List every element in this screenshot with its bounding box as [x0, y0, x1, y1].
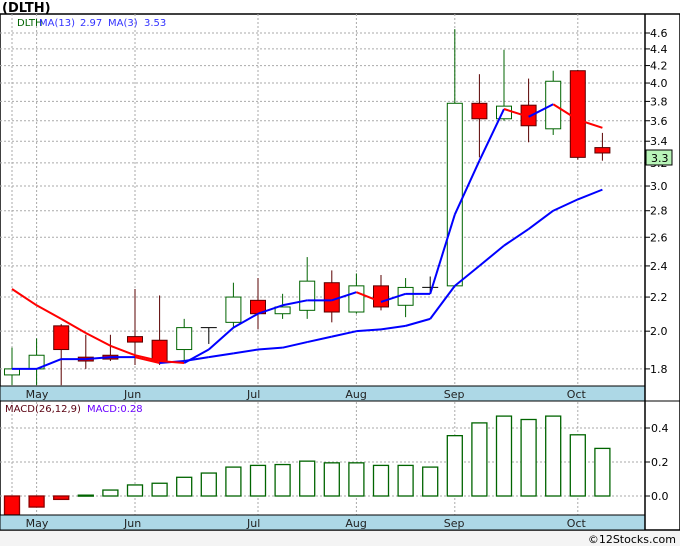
- price-tick-label: 3.8: [650, 95, 668, 108]
- legend-ma13-label: MA(13): [39, 18, 75, 29]
- candle-up: [446, 102, 463, 287]
- price-tick-label: 3.0: [650, 180, 668, 193]
- macd-bar-positive: [471, 422, 488, 497]
- macd-bar-positive: [176, 476, 193, 497]
- candle-down: [569, 70, 586, 158]
- macd-bar-negative: [53, 495, 70, 501]
- macd-tick-label: 0.0: [651, 490, 669, 503]
- macd-bar-positive: [299, 460, 316, 497]
- macd-bar-positive: [200, 472, 217, 497]
- price-tick-label: 2.0: [650, 325, 668, 338]
- macd-bar-positive: [397, 464, 414, 497]
- candle-down: [323, 282, 340, 313]
- candle-down: [127, 336, 143, 343]
- macd-bar-positive: [545, 415, 562, 497]
- candle-up: [348, 285, 365, 313]
- price-axis-band: [0, 385, 646, 402]
- macd-bar-positive: [495, 415, 513, 497]
- candle-down: [594, 147, 611, 154]
- price-tick-label: 2.6: [650, 231, 668, 244]
- price-tick-label: 4.2: [650, 60, 668, 73]
- candle-down: [471, 102, 488, 120]
- price-tick-label: 3.6: [650, 115, 668, 128]
- macd-bar-positive: [126, 484, 144, 497]
- candle-up: [299, 280, 316, 311]
- month-label: May: [26, 388, 49, 401]
- macd-legend-value: MACD:0.28: [87, 404, 143, 415]
- macd-bar-positive: [446, 434, 463, 497]
- macd-bar-negative: [28, 495, 45, 508]
- macd-bar-positive: [77, 494, 94, 497]
- price-tick-label: 2.8: [650, 205, 668, 218]
- macd-bar-positive: [225, 466, 242, 497]
- month-label: Jun: [123, 517, 141, 530]
- macd-bar-positive: [151, 482, 168, 497]
- legend-ma3-value: 3.53: [144, 18, 166, 29]
- candle-up: [176, 327, 193, 351]
- candle-down: [53, 325, 70, 351]
- month-label: Jul: [246, 388, 260, 401]
- macd-bar-positive: [102, 489, 119, 497]
- month-label: Oct: [567, 388, 587, 401]
- price-tick-label: 4.6: [650, 27, 668, 40]
- price-tick-label: 2.4: [650, 260, 668, 273]
- macd-bar-negative: [3, 495, 21, 516]
- month-label: Jul: [246, 517, 260, 530]
- month-label: Oct: [567, 517, 587, 530]
- month-label: Jun: [123, 388, 141, 401]
- price-tick-label: 4.0: [650, 77, 668, 90]
- macd-bar-positive: [348, 462, 365, 497]
- month-label: Aug: [345, 388, 366, 401]
- macd-legend-label: MACD(26,12,9): [5, 404, 81, 415]
- chart-svg: (DLTH) 1.82.02.22.42.62.83.03.23.43.63.8…: [0, 0, 680, 546]
- candle-up: [225, 296, 242, 323]
- price-tick-label: 2.2: [650, 291, 668, 304]
- month-label: Sep: [444, 517, 465, 530]
- last-price-value: 3.3: [651, 152, 669, 165]
- month-label: Aug: [345, 517, 366, 530]
- macd-bar-positive: [372, 464, 390, 497]
- macd-bar-positive: [520, 418, 537, 497]
- legend-ma13-value: 2.97: [80, 18, 102, 29]
- price-tick-label: 1.8: [650, 363, 668, 376]
- macd-bar-positive: [422, 466, 439, 497]
- macd-bar-positive: [274, 463, 291, 497]
- month-label: Sep: [444, 388, 465, 401]
- candle-up: [496, 105, 512, 120]
- footer-copyright: ©12Stocks.com: [588, 533, 676, 546]
- macd-axis-band: [0, 514, 646, 531]
- macd-bar-positive: [323, 462, 340, 497]
- stock-chart: (DLTH) 1.82.02.22.42.62.83.03.23.43.63.8…: [0, 0, 680, 546]
- macd-tick-label: 0.2: [651, 456, 669, 469]
- legend-ma3-label: MA(3): [108, 18, 138, 29]
- macd-bar-positive: [594, 447, 611, 497]
- candle-down: [151, 339, 168, 362]
- price-tick-label: 4.4: [650, 43, 668, 56]
- macd-tick-label: 0.4: [651, 422, 669, 435]
- macd-bar-positive: [249, 464, 267, 497]
- macd-bar-positive: [569, 434, 586, 497]
- price-tick-label: 3.4: [650, 135, 668, 148]
- month-label: May: [26, 517, 49, 530]
- candle-down: [373, 285, 389, 308]
